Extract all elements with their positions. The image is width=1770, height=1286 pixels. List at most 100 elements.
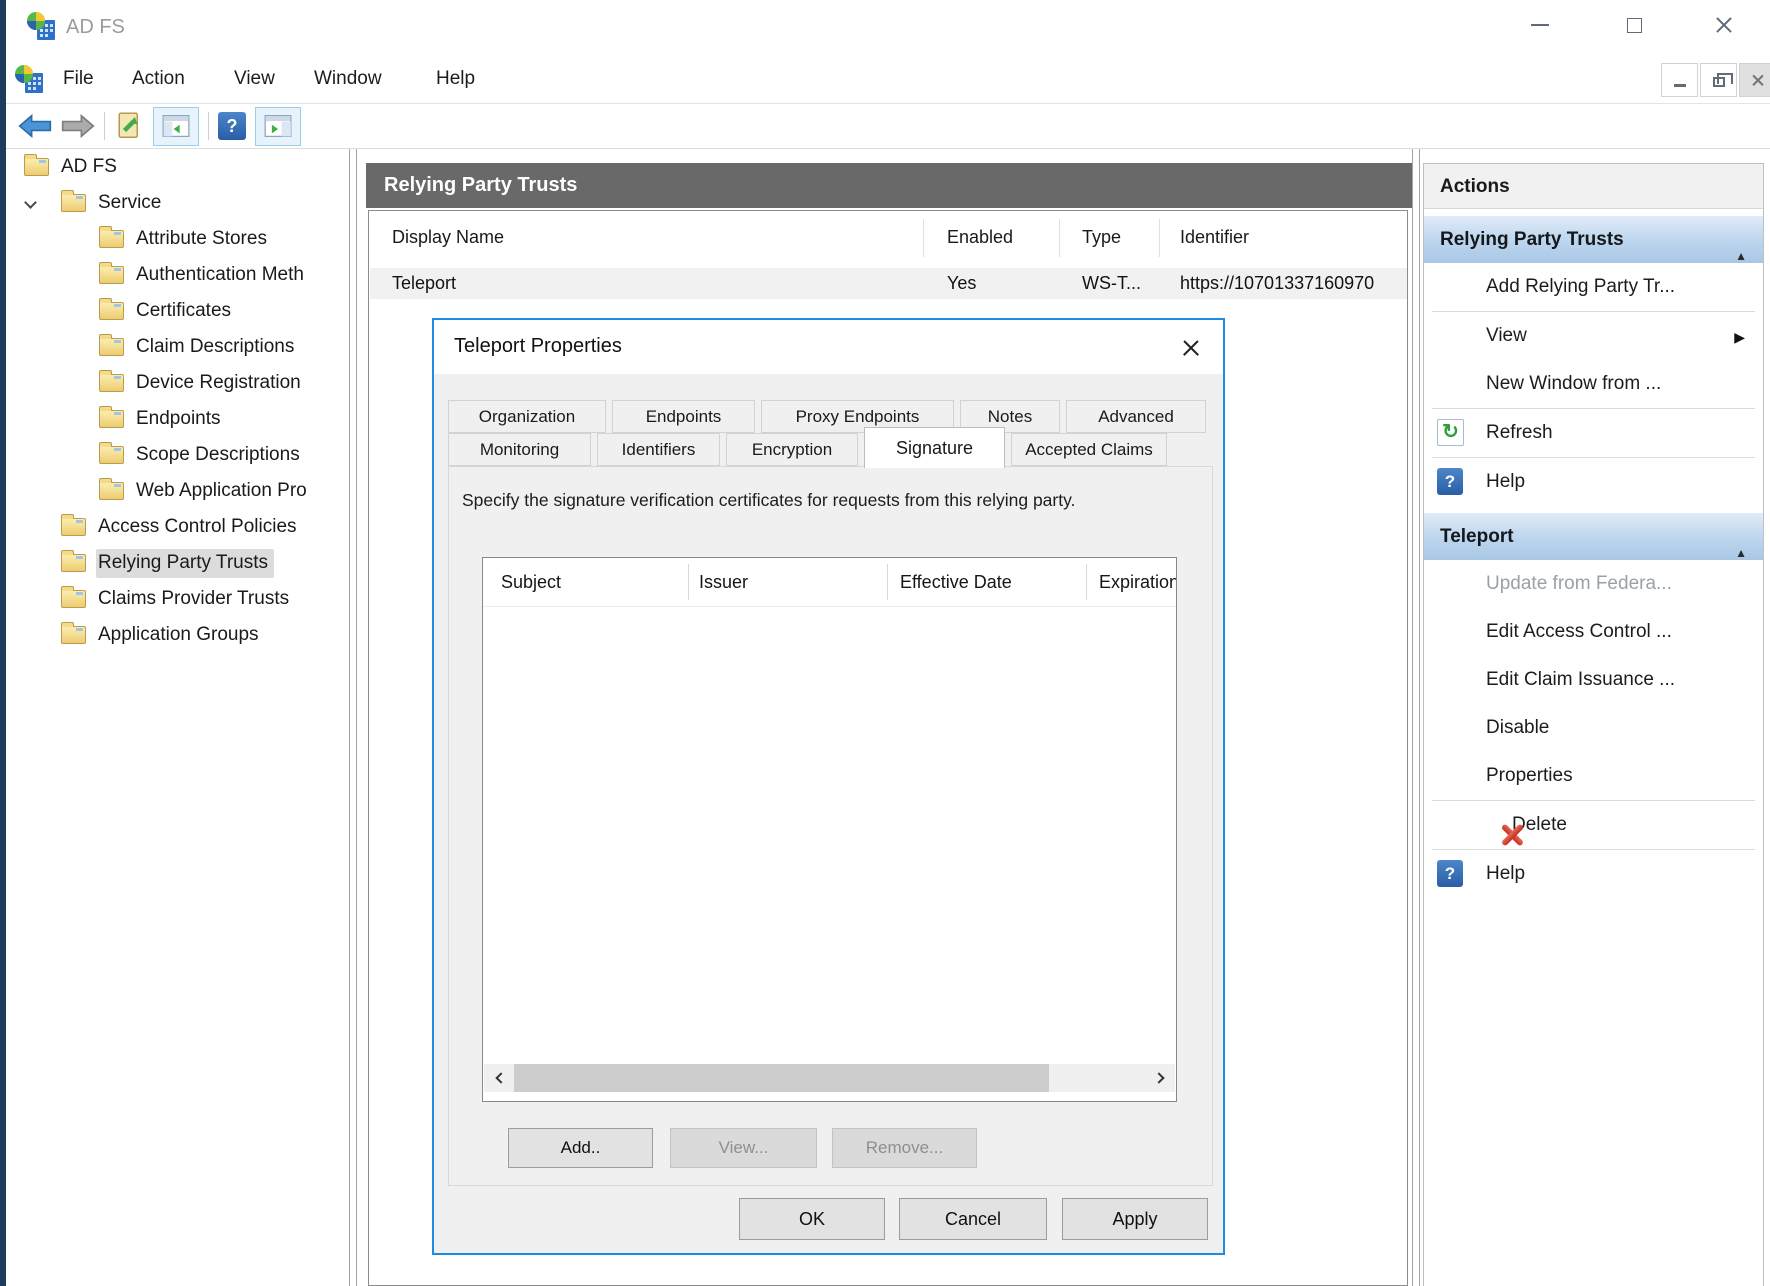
cell-enabled: Yes [947,273,976,294]
window-minimize-button[interactable] [1512,2,1568,48]
tab-endpoints[interactable]: Endpoints [612,400,755,433]
folder-icon [61,554,86,572]
tree-item-certificates[interactable]: Certificates [6,293,349,329]
minimize-icon [1674,84,1686,87]
tab-identifiers[interactable]: Identifiers [597,433,720,466]
actions-group-teleport[interactable]: Teleport ▲ [1424,513,1763,560]
cancel-button[interactable]: Cancel [899,1198,1047,1240]
menu-view[interactable]: View [234,68,275,90]
export-list-button[interactable] [114,111,144,141]
column-divider[interactable] [1059,219,1060,257]
mdi-restore-button[interactable] [1700,63,1737,97]
ok-button[interactable]: OK [739,1198,885,1240]
action-disable[interactable]: Disable [1424,704,1763,752]
action-help-teleport[interactable]: ? Help [1424,850,1763,898]
tab-signature[interactable]: Signature [864,427,1005,468]
menu-window[interactable]: Window [314,68,382,90]
actions-pane-title: Actions [1424,164,1763,209]
tree-item-service[interactable]: Service [6,185,349,221]
action-refresh[interactable]: ↻ Refresh [1424,409,1763,457]
column-header-effective-date[interactable]: Effective Date [900,572,1012,593]
tree-item-claim-descriptions[interactable]: Claim Descriptions [6,329,349,365]
column-header-identifier[interactable]: Identifier [1180,227,1249,248]
apply-button[interactable]: Apply [1062,1198,1208,1240]
tree-item-application-groups[interactable]: Application Groups [6,617,349,653]
horizontal-scrollbar[interactable] [484,1064,1175,1092]
tree-item-endpoints[interactable]: Endpoints [6,401,349,437]
column-header-subject[interactable]: Subject [501,572,561,593]
column-header-enabled[interactable]: Enabled [947,227,1013,248]
column-header-issuer[interactable]: Issuer [699,572,748,593]
folder-icon [99,446,124,464]
action-add-relying-party-trust[interactable]: Add Relying Party Tr... [1424,263,1763,311]
tree-item-scope-descriptions[interactable]: Scope Descriptions [6,437,349,473]
mdi-close-button[interactable] [1739,63,1770,97]
show-console-tree-button[interactable] [153,107,199,146]
action-pane-window-icon [264,115,292,137]
column-divider[interactable] [1159,219,1160,257]
menu-file[interactable]: File [63,68,94,90]
tree-item-adfs[interactable]: AD FS [6,149,349,185]
column-header-expiration[interactable]: Expiration [1099,572,1176,593]
tab-advanced[interactable]: Advanced [1066,400,1206,433]
tree-item-claims-provider-trusts[interactable]: Claims Provider Trusts [6,581,349,617]
scrollbar-thumb[interactable] [514,1064,1049,1092]
scroll-left-button[interactable] [484,1064,513,1092]
pane-splitter[interactable] [349,149,357,1286]
action-help[interactable]: ? Help [1424,458,1763,506]
column-divider[interactable] [1086,564,1087,600]
action-edit-access-control[interactable]: Edit Access Control ... [1424,608,1763,656]
pane-splitter[interactable] [1412,149,1420,1286]
submenu-arrow-icon: ▶ [1734,329,1745,346]
tree-item-web-application-proxy[interactable]: Web Application Pro [6,473,349,509]
folder-icon [99,302,124,320]
adfs-app-icon-small [14,64,46,96]
window-maximize-button[interactable] [1606,2,1662,48]
tree-item-access-control-policies[interactable]: Access Control Policies [6,509,349,545]
show-action-pane-button[interactable] [255,107,301,146]
tab-accepted-claims[interactable]: Accepted Claims [1011,433,1167,466]
header-divider [483,606,1176,607]
column-divider[interactable] [887,564,888,600]
tree-item-authentication-methods[interactable]: Authentication Meth [6,257,349,293]
dialog-close-button[interactable] [1179,336,1203,360]
close-icon [1715,16,1733,34]
action-properties[interactable]: Properties [1424,752,1763,800]
mdi-minimize-button[interactable] [1661,63,1698,97]
scroll-right-button[interactable] [1146,1064,1175,1092]
dialog-title: Teleport Properties [454,335,622,358]
dialog-titlebar[interactable]: Teleport Properties [434,320,1223,374]
tab-organization[interactable]: Organization [448,400,606,433]
tree-item-relying-party-trusts[interactable]: Relying Party Trusts [6,545,349,581]
help-icon: ? [1437,468,1463,495]
certificate-list[interactable]: Subject Issuer Effective Date Expiration [482,557,1177,1102]
tab-encryption[interactable]: Encryption [726,433,858,466]
column-header-type[interactable]: Type [1082,227,1121,248]
table-row-teleport[interactable]: Teleport Yes WS-T... https://10701337160… [370,268,1407,299]
menu-help[interactable]: Help [436,68,475,90]
action-edit-claim-issuance[interactable]: Edit Claim Issuance ... [1424,656,1763,704]
column-header-display-name[interactable]: Display Name [392,227,504,248]
tab-row-1: Organization Endpoints Proxy Endpoints N… [448,400,1206,433]
refresh-icon: ↻ [1437,419,1464,446]
tree-item-attribute-stores[interactable]: Attribute Stores [6,221,349,257]
action-view[interactable]: View ▶ [1424,312,1763,360]
chevron-down-icon[interactable] [24,196,37,209]
folder-icon [61,518,86,536]
help-toolbar-button[interactable]: ? [218,112,246,140]
tree-item-device-registration[interactable]: Device Registration [6,365,349,401]
delete-icon [1499,822,1525,848]
tab-monitoring[interactable]: Monitoring [448,433,591,466]
menu-action[interactable]: Action [132,68,185,90]
column-divider[interactable] [923,219,924,257]
add-button[interactable]: Add.. [508,1128,653,1168]
column-divider[interactable] [688,564,689,600]
action-new-window[interactable]: New Window from ... [1424,360,1763,408]
forward-button[interactable] [61,114,95,138]
window-close-button[interactable] [1696,2,1752,48]
back-button[interactable] [18,114,52,138]
titlebar: AD FS [6,0,1770,56]
action-delete[interactable]: Delete [1424,801,1763,849]
folder-icon [61,590,86,608]
actions-group-relying-party-trusts[interactable]: Relying Party Trusts ▲ [1424,216,1763,263]
